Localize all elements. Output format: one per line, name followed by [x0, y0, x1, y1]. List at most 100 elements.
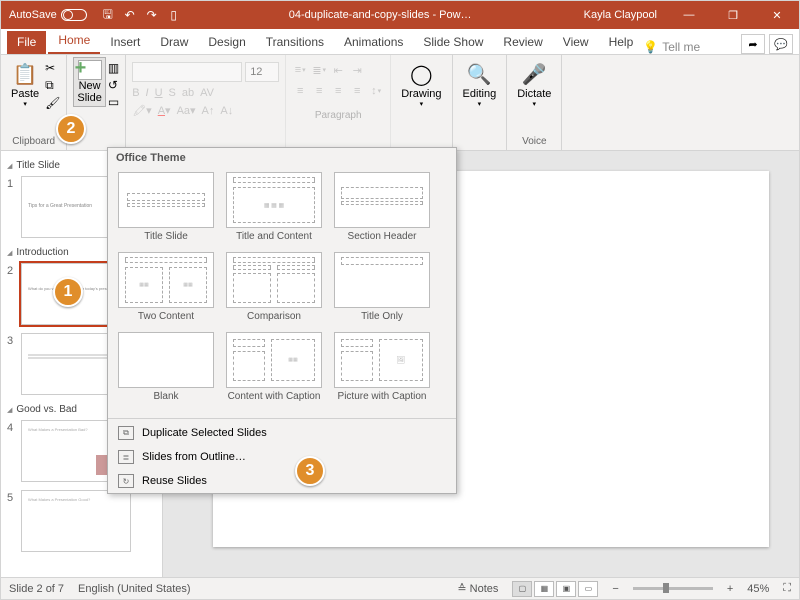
format-painter-icon[interactable]: 🖌	[45, 96, 60, 110]
align-right-button[interactable]: ≡	[330, 83, 346, 99]
editing-button[interactable]: 🔍 Editing ▾	[459, 57, 501, 111]
autosave-toggle[interactable]: AutoSave	[1, 9, 95, 21]
line-spacing-button[interactable]: ↕	[368, 83, 384, 99]
justify-button[interactable]: ≡	[349, 83, 365, 99]
reuse-slides[interactable]: ↻Reuse Slides	[108, 469, 456, 493]
zoom-out-button[interactable]: −	[612, 583, 618, 595]
tab-slideshow[interactable]: Slide Show	[413, 31, 493, 54]
layout-blank[interactable]: Blank	[112, 330, 220, 410]
minimize-button[interactable]: —	[667, 1, 711, 29]
zoom-in-button[interactable]: +	[727, 583, 733, 595]
fit-to-window-button[interactable]: ⛶	[783, 582, 791, 595]
numbering-button[interactable]: ≣	[311, 62, 327, 78]
clipboard-icon: 📋	[11, 60, 39, 88]
tab-view[interactable]: View	[553, 31, 599, 54]
cut-icon[interactable]: ✂	[45, 61, 60, 75]
strikethrough-button[interactable]: S	[169, 87, 176, 99]
language-indicator[interactable]: English (United States)	[78, 583, 191, 595]
reading-view-button[interactable]: ▣	[556, 581, 576, 597]
align-center-button[interactable]: ≡	[311, 83, 327, 99]
chevron-down-icon: ▾	[533, 100, 537, 108]
font-size-dropdown[interactable]: 12	[245, 62, 279, 82]
redo-icon[interactable]: ↷	[145, 8, 159, 22]
layout-content-with-caption[interactable]: ▦▦Content with Caption	[220, 330, 328, 410]
layout-section-header[interactable]: Section Header	[328, 170, 436, 250]
slide-counter[interactable]: Slide 2 of 7	[9, 583, 64, 595]
slide-thumbnail-5[interactable]: 5 What Makes a Presentation Good?	[1, 488, 162, 558]
shrink-font-button[interactable]: A↓	[220, 105, 233, 117]
char-spacing-button[interactable]: AV	[200, 87, 214, 99]
shapes-icon: ◯	[407, 60, 435, 88]
tab-home[interactable]: Home	[48, 29, 100, 54]
layout-icon[interactable]: ▥	[108, 61, 119, 75]
share-button[interactable]: ➦	[741, 34, 765, 54]
align-left-button[interactable]: ≡	[292, 83, 308, 99]
layout-two-content[interactable]: ▦▦▦▦Two Content	[112, 250, 220, 330]
slide-sorter-button[interactable]: ▦	[534, 581, 554, 597]
layout-title-slide[interactable]: Title Slide	[112, 170, 220, 250]
increase-indent-button[interactable]: ⇥	[349, 62, 365, 78]
tab-help[interactable]: Help	[599, 31, 644, 54]
restore-button[interactable]: ❐	[711, 1, 755, 29]
tell-me-label: Tell me	[662, 40, 700, 54]
outline-label: Slides from Outline…	[142, 451, 246, 463]
tab-animations[interactable]: Animations	[334, 31, 413, 54]
layout-comparison[interactable]: Comparison	[220, 250, 328, 330]
change-case-button[interactable]: Aa▾	[177, 104, 196, 117]
layout-title-and-content[interactable]: ▦ ▦ ▦Title and Content	[220, 170, 328, 250]
callout-3: 3	[295, 456, 325, 486]
tab-transitions[interactable]: Transitions	[256, 31, 334, 54]
duplicate-selected-slides[interactable]: ⧉Duplicate Selected Slides	[108, 421, 456, 445]
tab-insert[interactable]: Insert	[100, 31, 150, 54]
drawing-label: Drawing	[401, 88, 441, 100]
layout-title-only[interactable]: Title Only	[328, 250, 436, 330]
font-color-button[interactable]: A▾	[158, 104, 171, 117]
layout-picture-with-caption[interactable]: 🖼Picture with Caption	[328, 330, 436, 410]
underline-button[interactable]: U	[155, 87, 163, 99]
dictate-button[interactable]: 🎤 Dictate ▾	[513, 57, 555, 111]
tab-draw[interactable]: Draw	[150, 31, 198, 54]
drawing-button[interactable]: ◯ Drawing ▾	[397, 57, 445, 111]
outline-icon: ≣	[118, 450, 134, 464]
save-icon[interactable]: 🖫	[101, 8, 115, 22]
bullets-button[interactable]: ≡	[292, 62, 308, 78]
tell-me-search[interactable]: 💡Tell me	[643, 40, 700, 54]
document-title: 04-duplicate-and-copy-slides - Pow…	[187, 9, 574, 21]
undo-icon[interactable]: ↶	[123, 8, 137, 22]
clipboard-group-label: Clipboard	[7, 134, 60, 150]
voice-group-label: Voice	[513, 134, 555, 150]
reset-icon[interactable]: ↺	[108, 78, 119, 92]
bold-button[interactable]: B	[132, 87, 139, 99]
tab-design[interactable]: Design	[198, 31, 255, 54]
copy-icon[interactable]: ⧉	[45, 78, 60, 93]
chevron-down-icon: ▾	[478, 100, 482, 108]
zoom-slider[interactable]	[633, 587, 713, 590]
slides-from-outline[interactable]: ≣ Slides from Outline…	[108, 445, 456, 469]
tab-file[interactable]: File	[7, 31, 46, 54]
paste-button[interactable]: 📋 Paste ▾	[7, 57, 43, 111]
slideshow-view-button[interactable]: ▭	[578, 581, 598, 597]
paste-label: Paste	[11, 88, 39, 100]
statusbar: Slide 2 of 7 English (United States) ≙ N…	[1, 577, 799, 599]
group-paragraph: ≡ ≣ ⇤ ⇥ ≡ ≡ ≡ ≡ ↕ Paragraph	[286, 55, 391, 150]
titlebar: AutoSave 🖫 ↶ ↷ ▯ 04-duplicate-and-copy-s…	[1, 1, 799, 29]
tab-review[interactable]: Review	[493, 31, 552, 54]
new-slide-button[interactable]: + New Slide	[73, 57, 105, 107]
close-button[interactable]: ✕	[755, 1, 799, 29]
duplicate-label: Duplicate Selected Slides	[142, 427, 267, 439]
start-from-beginning-icon[interactable]: ▯	[167, 8, 181, 22]
user-name[interactable]: Kayla Claypool	[574, 9, 667, 21]
notes-button[interactable]: ≙ Notes	[457, 582, 498, 595]
decrease-indent-button[interactable]: ⇤	[330, 62, 346, 78]
highlight-button[interactable]: 🖍▾	[132, 104, 152, 117]
comments-button[interactable]: 💬	[769, 34, 793, 54]
grow-font-button[interactable]: A↑	[202, 105, 215, 117]
find-icon: 🔍	[465, 60, 493, 88]
shadow-button[interactable]: ab	[182, 87, 194, 99]
font-family-dropdown[interactable]	[132, 62, 242, 82]
section-icon[interactable]: ▭	[108, 95, 119, 109]
italic-button[interactable]: I	[146, 87, 149, 99]
group-drawing: ◯ Drawing ▾	[391, 55, 452, 150]
zoom-level[interactable]: 45%	[747, 583, 769, 595]
normal-view-button[interactable]: ▢	[512, 581, 532, 597]
